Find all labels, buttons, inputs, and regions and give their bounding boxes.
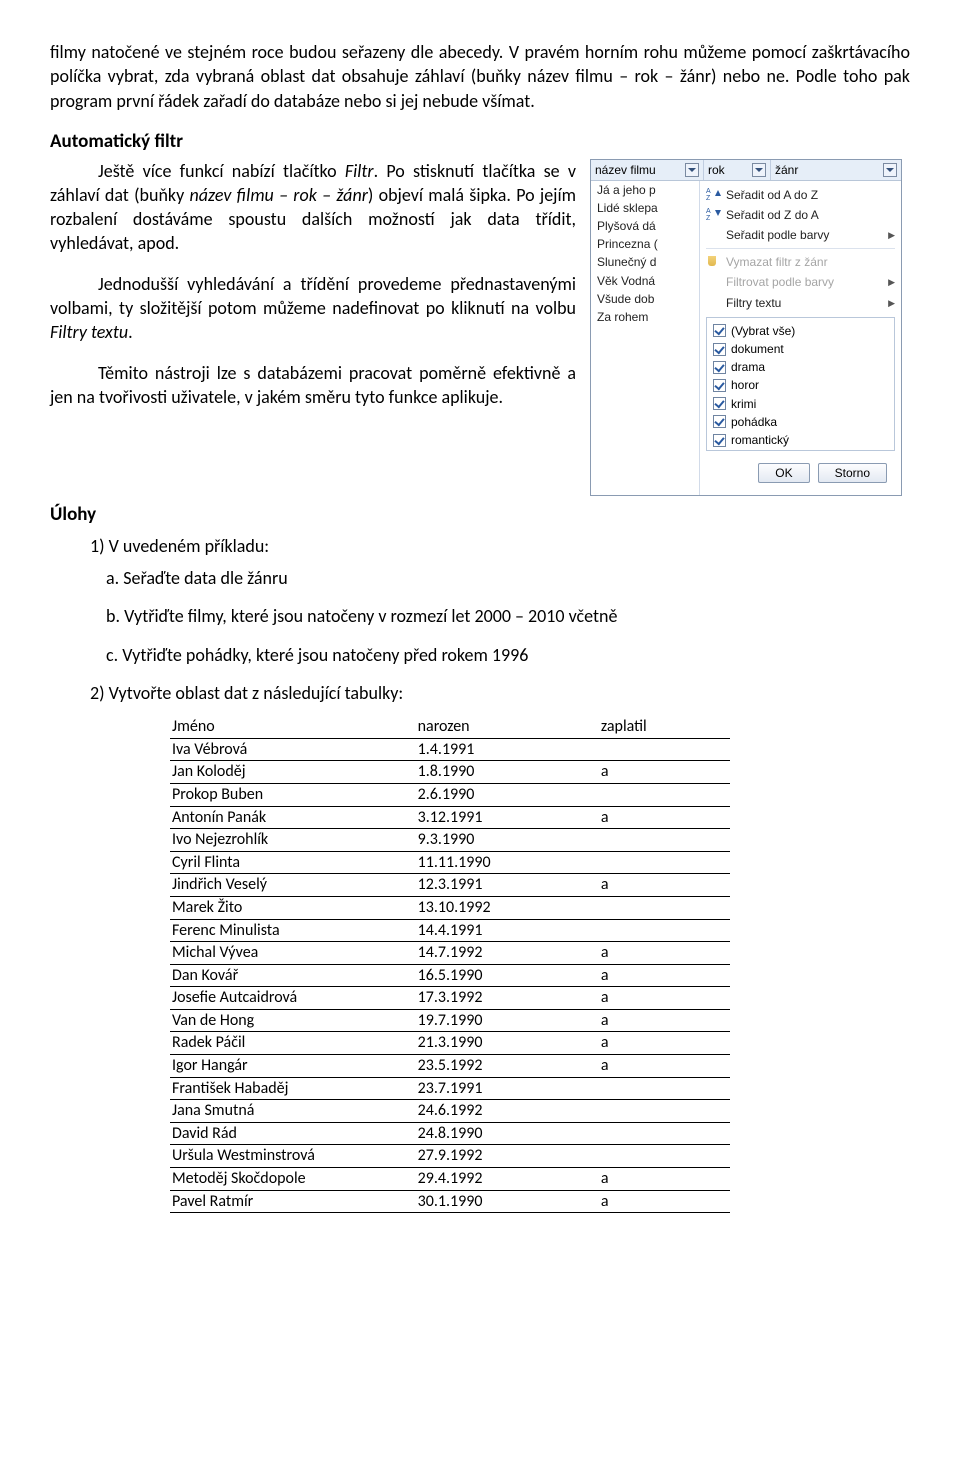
table-row: Ivo Nejezrohlík9.3.1990: [170, 829, 730, 852]
table-row: Pavel Ratmír30.1.1990a: [170, 1190, 730, 1213]
table-row: Prokop Buben2.6.1990: [170, 783, 730, 806]
task-1c: c. Vytřiďte pohádky, které jsou natočeny…: [106, 643, 910, 667]
submenu-arrow-icon: ▶: [888, 297, 895, 309]
menu-sort-color[interactable]: Seřadit podle barvy ▶: [706, 225, 895, 245]
menu-sort-asc[interactable]: Seřadit od A do Z: [706, 185, 895, 205]
dropdown-icon[interactable]: [883, 163, 897, 177]
table-row: Cyril Flinta11.11.1990: [170, 851, 730, 874]
table-row: Dan Kovář16.5.1990a: [170, 964, 730, 987]
menu-filter-by-color: Filtrovat podle barvy ▶: [706, 272, 895, 292]
filter-header-col-a[interactable]: název filmu: [591, 160, 704, 180]
tasks-heading: Úlohy: [50, 502, 910, 528]
checkbox-option[interactable]: romantický: [713, 431, 888, 449]
checkbox-option[interactable]: pohádka: [713, 413, 888, 431]
table-row: Michal Vývea14.7.1992a: [170, 942, 730, 965]
table-row: Jan Koloděj1.8.1990a: [170, 761, 730, 784]
table-row: Metoděj Skočdopole29.4.1992a: [170, 1168, 730, 1191]
table-row: Uršula Westminstrová27.9.1992: [170, 1145, 730, 1168]
col-narozen: narozen: [416, 715, 599, 738]
autofilter-p3: Těmito nástroji lze s databázemi pracova…: [50, 361, 576, 410]
menu-sort-desc[interactable]: Seřadit od Z do A: [706, 205, 895, 225]
table-row: Radek Páčil21.3.1990a: [170, 1032, 730, 1055]
checkbox-icon[interactable]: [713, 361, 726, 374]
checkbox-icon[interactable]: [713, 343, 726, 356]
menu-clear-filter: Vymazat filtr z žánr: [706, 252, 895, 272]
checkbox-icon[interactable]: [713, 434, 726, 447]
filter-checkbox-panel: (Vybrat vše) dokument drama horor krimi …: [706, 317, 895, 451]
checkbox-select-all[interactable]: (Vybrat vše): [713, 322, 888, 340]
table-row: Igor Hangár23.5.1992a: [170, 1055, 730, 1078]
checkbox-icon[interactable]: [713, 379, 726, 392]
task-1b: b. Vytřiďte filmy, které jsou natočeny v…: [106, 604, 910, 628]
table-row: Marek Žito13.10.1992: [170, 896, 730, 919]
task-2: 2) Vytvořte oblast dat z následující tab…: [90, 681, 910, 705]
sort-asc-icon: [706, 188, 721, 202]
col-zaplatil: zaplatil: [599, 715, 730, 738]
autofilter-heading: Automatický filtr: [50, 129, 910, 155]
table-row: Jindřich Veselý12.3.1991a: [170, 874, 730, 897]
dropdown-icon[interactable]: [685, 163, 699, 177]
excel-filter-popup: název filmu rok žánr Já a jeho p Lidé sk…: [590, 159, 902, 497]
checkbox-icon[interactable]: [713, 397, 726, 410]
checkbox-option[interactable]: krimi: [713, 395, 888, 413]
checkbox-option[interactable]: drama: [713, 358, 888, 376]
table-row: Van de Hong19.7.1990a: [170, 1009, 730, 1032]
task-1: 1) V uvedeném příkladu:: [90, 534, 910, 558]
filter-header-col-c[interactable]: žánr: [771, 160, 901, 180]
intro-paragraph: filmy natočené ve stejném roce budou seř…: [50, 40, 910, 113]
filter-header-col-b[interactable]: rok: [704, 160, 771, 180]
col-jmeno: Jméno: [170, 715, 416, 738]
table-row: Antonín Panák3.12.1991a: [170, 806, 730, 829]
autofilter-p1: Ještě více funkcí nabízí tlačítko Filtr.…: [50, 159, 576, 256]
autofilter-p2: Jednodušší vyhledávání a třídění provede…: [50, 272, 576, 345]
checkbox-icon[interactable]: [713, 415, 726, 428]
checkbox-icon[interactable]: [713, 324, 726, 337]
checkbox-option[interactable]: dokument: [713, 340, 888, 358]
table-row: David Rád24.8.1990: [170, 1122, 730, 1145]
table-row: František Habaděj23.7.1991: [170, 1077, 730, 1100]
submenu-arrow-icon: ▶: [888, 229, 895, 241]
checkbox-option[interactable]: horor: [713, 376, 888, 394]
table-row: Iva Vébrová1.4.1991: [170, 738, 730, 761]
dropdown-icon[interactable]: [752, 163, 766, 177]
submenu-arrow-icon: ▶: [888, 276, 895, 288]
table-row: Jana Smutná24.6.1992: [170, 1100, 730, 1123]
cancel-button[interactable]: Storno: [818, 463, 887, 483]
filter-left-values: Já a jeho p Lidé sklepa Plyšová dá Princ…: [591, 181, 700, 495]
sort-desc-icon: [706, 208, 721, 222]
table-row: Josefie Autcaidrová17.3.1992a: [170, 987, 730, 1010]
ok-button[interactable]: OK: [758, 463, 809, 483]
task-1a: a. Seřaďte data dle žánru: [106, 566, 910, 590]
menu-text-filters[interactable]: Filtry textu ▶: [706, 293, 895, 313]
people-table: Jméno narozen zaplatil Iva Vébrová1.4.19…: [170, 715, 730, 1213]
funnel-clear-icon: [706, 256, 720, 269]
table-row: Ferenc Minulista14.4.1991: [170, 919, 730, 942]
